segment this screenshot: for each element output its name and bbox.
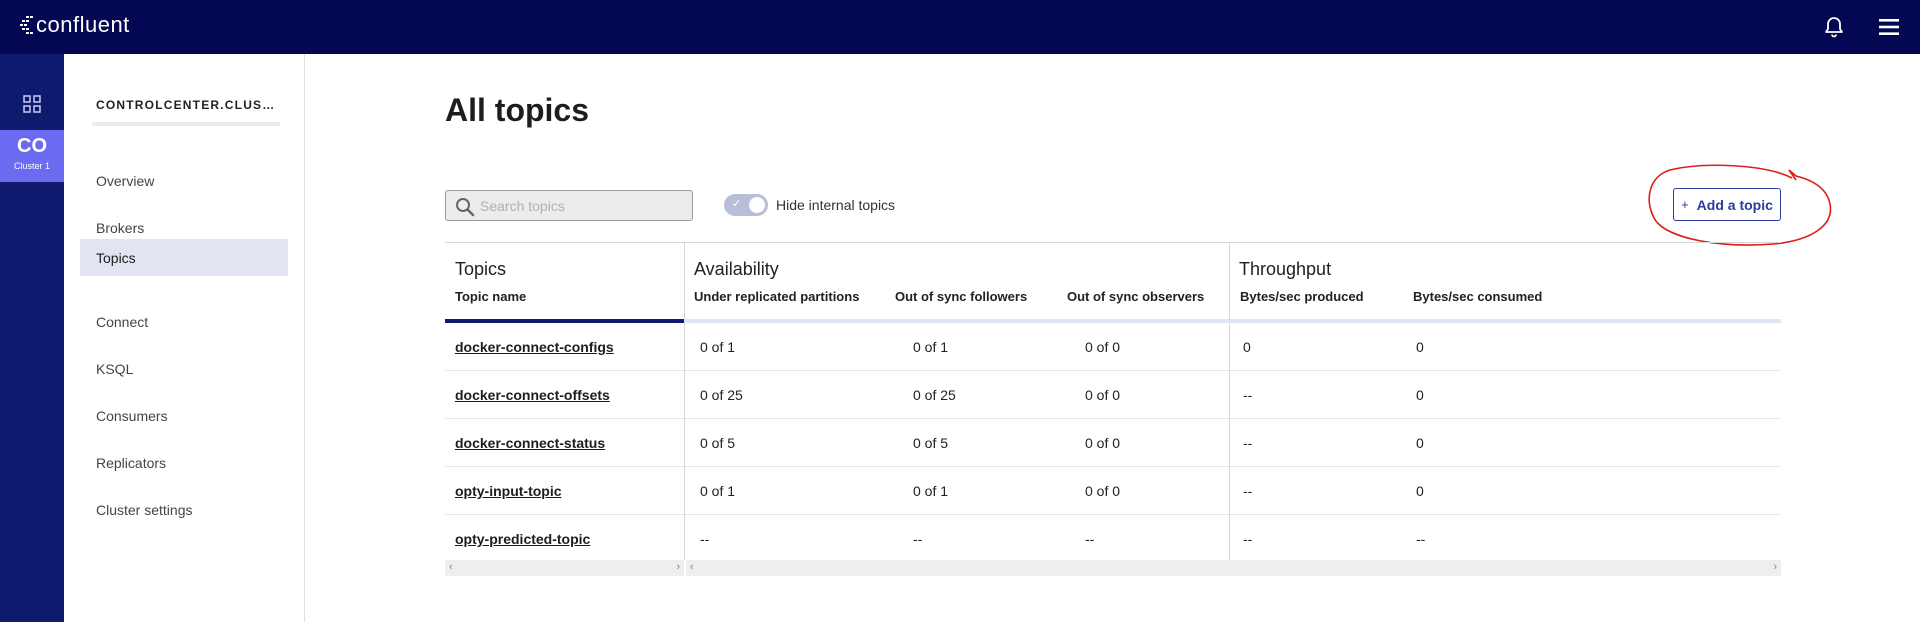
sidebar: CONTROLCENTER.CLUSTER Overview Brokers T… (64, 54, 305, 622)
followers-cell: 0 of 1 (913, 483, 949, 499)
apps-grid-icon[interactable] (22, 94, 42, 114)
bytes-produced-cell: 0 (1243, 339, 1251, 355)
sidebar-item-consumers[interactable]: Consumers (80, 397, 288, 434)
top-bar: confluent (0, 0, 1920, 54)
table-row: docker-connect-status 0 of 5 0 of 5 0 of… (445, 419, 1781, 467)
under-replicated-cell: 0 of 1 (700, 483, 736, 499)
group-header-topics: Topics (455, 259, 507, 279)
bytes-consumed-cell: -- (1416, 531, 1426, 547)
followers-cell: 0 of 5 (913, 435, 949, 451)
table-row: docker-connect-offsets 0 of 25 0 of 25 0… (445, 371, 1781, 419)
sidebar-item-cluster-settings[interactable]: Cluster settings (80, 491, 288, 528)
topic-link[interactable]: docker-connect-offsets (455, 387, 610, 403)
cluster-label: Cluster 1 (13, 161, 50, 171)
bytes-produced-cell: -- (1243, 387, 1253, 403)
horizontal-scrollbar[interactable]: ‹ › (686, 560, 1781, 576)
column-header-under-replicated[interactable]: Under replicated partitions (694, 289, 859, 304)
table-row: opty-predicted-topic -- -- -- -- -- (445, 515, 1781, 563)
page-title: All topics (445, 92, 590, 128)
logo-text: confluent (36, 12, 130, 37)
sidebar-item-overview[interactable]: Overview (80, 162, 288, 199)
toggle-label: Hide internal topics (776, 197, 896, 213)
cluster-name: CONTROLCENTER.CLUSTER (96, 98, 278, 112)
cluster-name-underline (92, 122, 280, 126)
followers-cell: -- (913, 531, 923, 547)
cluster-abbr: CO (17, 135, 47, 157)
toggle-knob (749, 197, 765, 213)
hide-internal-topics-toggle[interactable]: ✓ (724, 194, 768, 216)
topic-link[interactable]: opty-predicted-topic (455, 531, 590, 547)
topic-link[interactable]: docker-connect-configs (455, 339, 614, 355)
column-header-bytes-consumed[interactable]: Bytes/sec consumed (1413, 289, 1542, 304)
checkmark-icon: ✓ (732, 198, 742, 210)
under-replicated-cell: 0 of 25 (700, 387, 743, 403)
table-row: docker-connect-configs 0 of 1 0 of 1 0 o… (445, 323, 1781, 371)
column-header-topic-name[interactable]: Topic name (455, 289, 526, 304)
followers-cell: 0 of 1 (913, 339, 949, 355)
red-circle-annotation (1648, 164, 1832, 246)
observers-cell: 0 of 0 (1085, 387, 1121, 403)
search-icon (456, 198, 475, 217)
search-input[interactable] (480, 195, 680, 217)
topic-link[interactable]: docker-connect-status (455, 435, 605, 451)
notification-bell-icon[interactable] (1822, 15, 1846, 39)
scroll-left-icon[interactable]: ‹ (690, 561, 694, 573)
under-replicated-cell: 0 of 1 (700, 339, 736, 355)
topic-link[interactable]: opty-input-topic (455, 483, 562, 499)
hamburger-menu-icon[interactable] (1877, 16, 1901, 38)
confluent-logo-icon (20, 16, 33, 34)
bytes-consumed-cell: 0 (1416, 435, 1424, 451)
left-rail: CO Cluster 1 (0, 54, 64, 622)
group-header-throughput: Throughput (1239, 259, 1332, 279)
group-header-availability: Availability (694, 259, 779, 279)
confluent-logo[interactable]: confluent (20, 12, 130, 38)
column-header-out-of-sync-observers[interactable]: Out of sync observers (1067, 289, 1204, 304)
scroll-right-icon[interactable]: › (1773, 561, 1777, 573)
under-replicated-cell: -- (700, 531, 710, 547)
under-replicated-cell: 0 of 5 (700, 435, 736, 451)
scroll-left-icon[interactable]: ‹ (449, 561, 453, 573)
bytes-produced-cell: -- (1243, 435, 1253, 451)
observers-cell: 0 of 0 (1085, 339, 1121, 355)
column-header-out-of-sync-followers[interactable]: Out of sync followers (895, 289, 1027, 304)
bytes-produced-cell: -- (1243, 483, 1253, 499)
horizontal-scrollbar-fixed[interactable]: ‹ › (445, 560, 684, 576)
bytes-consumed-cell: 0 (1416, 387, 1424, 403)
observers-cell: 0 of 0 (1085, 483, 1121, 499)
followers-cell: 0 of 25 (913, 387, 956, 403)
column-header-bytes-produced[interactable]: Bytes/sec produced (1240, 289, 1364, 304)
sidebar-item-topics[interactable]: Topics (80, 239, 288, 276)
bytes-produced-cell: -- (1243, 531, 1253, 547)
sidebar-item-connect[interactable]: Connect (80, 303, 288, 340)
bytes-consumed-cell: 0 (1416, 339, 1424, 355)
cluster-tile[interactable]: CO Cluster 1 (0, 130, 64, 182)
table-row: opty-input-topic 0 of 1 0 of 1 0 of 0 --… (445, 467, 1781, 515)
scroll-right-icon[interactable]: › (676, 561, 680, 573)
bytes-consumed-cell: 0 (1416, 483, 1424, 499)
search-box[interactable] (445, 190, 693, 221)
topics-table: Topics Availability Throughput Topic nam… (445, 242, 1781, 576)
sidebar-item-replicators[interactable]: Replicators (80, 444, 288, 481)
observers-cell: 0 of 0 (1085, 435, 1121, 451)
sidebar-item-ksql[interactable]: KSQL (80, 350, 288, 387)
observers-cell: -- (1085, 531, 1095, 547)
